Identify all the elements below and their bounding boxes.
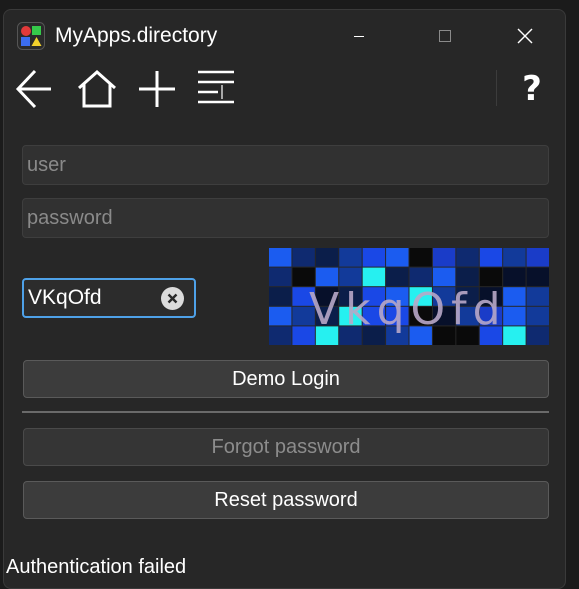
captcha-tile — [339, 248, 362, 267]
captcha-tile — [269, 267, 292, 287]
add-button[interactable] — [134, 65, 180, 113]
plus-icon — [139, 71, 175, 107]
password-input[interactable] — [22, 198, 549, 238]
app-window: MyApps.directory ? user VKqOfd VkqOfd De… — [3, 9, 566, 589]
captcha-tile — [269, 248, 292, 267]
captcha-image-text: VkqOfd — [309, 284, 507, 335]
help-button[interactable]: ? — [508, 65, 556, 113]
captcha-tile — [526, 267, 549, 287]
captcha-tile — [292, 248, 315, 267]
captcha-tile — [386, 248, 409, 267]
title-bar[interactable]: MyApps.directory — [4, 10, 565, 64]
captcha-tile — [362, 248, 386, 267]
back-arrow-icon — [15, 69, 51, 109]
close-icon — [517, 28, 533, 44]
captcha-tile — [432, 248, 456, 267]
home-button[interactable] — [74, 65, 120, 113]
reset-password-button[interactable]: Reset password — [23, 481, 549, 519]
captcha-tile — [503, 248, 526, 267]
divider — [22, 411, 549, 413]
app-logo-icon — [17, 22, 45, 50]
captcha-input[interactable] — [24, 280, 158, 316]
close-button[interactable] — [502, 20, 548, 52]
captcha-field[interactable] — [22, 278, 196, 318]
menu-lines-icon — [198, 70, 234, 104]
captcha-tile — [479, 248, 503, 267]
captcha-tile — [409, 248, 432, 267]
clear-x-icon — [167, 293, 178, 304]
menu-button[interactable] — [192, 65, 240, 113]
back-button[interactable] — [12, 65, 56, 113]
username-input[interactable] — [22, 145, 549, 185]
captcha-image: VkqOfd — [269, 248, 549, 345]
forgot-password-button: Forgot password — [23, 428, 549, 466]
captcha-tile — [526, 306, 549, 326]
captcha-tile — [526, 248, 549, 267]
captcha-tile — [315, 248, 339, 267]
clear-captcha-button[interactable] — [161, 287, 184, 310]
captcha-tile — [269, 287, 292, 306]
captcha-tile — [526, 326, 549, 345]
captcha-tile — [526, 287, 549, 306]
demo-login-button[interactable]: Demo Login — [23, 360, 549, 398]
captcha-tile — [269, 306, 292, 326]
captcha-tile — [269, 326, 292, 345]
home-icon — [78, 69, 116, 108]
toolbar-separator — [496, 70, 497, 106]
minimize-icon — [354, 36, 364, 37]
window-title: MyApps.directory — [55, 24, 218, 47]
captcha-tile — [456, 248, 479, 267]
maximize-button[interactable] — [422, 20, 468, 52]
status-message: Authentication failed — [6, 556, 187, 578]
minimize-button[interactable] — [336, 20, 382, 52]
maximize-icon — [439, 30, 451, 42]
